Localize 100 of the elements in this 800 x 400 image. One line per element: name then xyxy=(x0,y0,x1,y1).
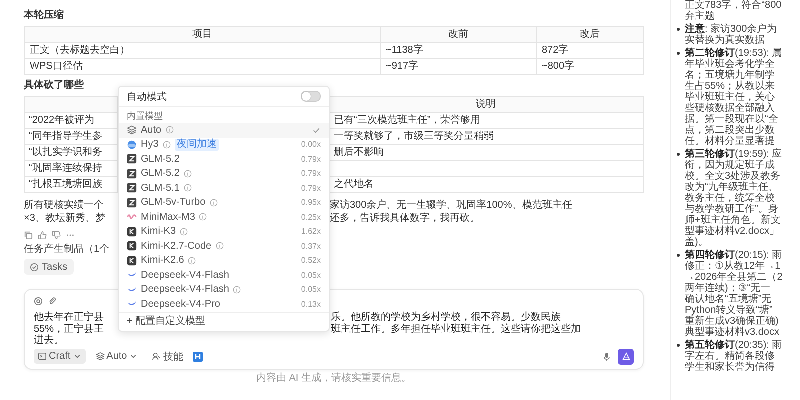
price-multiplier: 0.79x xyxy=(301,154,321,164)
note-line: 重新生成v3确保正确) xyxy=(685,316,780,327)
note-line: 些硬核数据全部融入 xyxy=(685,103,776,114)
copy-icon[interactable] xyxy=(24,231,33,240)
paragraph-fragment: 家访300余户、无一生辍学、巩固率100%、模范班主任 xyxy=(330,200,572,212)
note-line: 名；五境塘九年制学 xyxy=(685,70,776,81)
table-cell: ~1138字 xyxy=(380,42,536,58)
model-option[interactable]: GLM-5.1 0.79x xyxy=(119,181,329,196)
note-line: 典型事迹材料v3.docx xyxy=(685,327,780,338)
note-line: 改为“九年级班主任、 xyxy=(685,182,780,193)
model-option[interactable]: GLM-5.2 0.79x xyxy=(119,152,329,166)
kimi-icon xyxy=(127,226,137,237)
note-line: 确认地名“五境塘”无 xyxy=(685,294,773,305)
person-icon xyxy=(152,352,162,361)
info-icon[interactable] xyxy=(199,213,208,222)
model-name: GLM-5.2 xyxy=(141,154,180,165)
app-icon[interactable] xyxy=(193,352,204,362)
table-cell: 已有“三次模范班主任”，荣誉够用 xyxy=(334,114,481,126)
model-name: Deepseek-V4-Flash xyxy=(141,270,230,281)
info-icon[interactable] xyxy=(162,140,171,149)
auto-mode-toggle[interactable] xyxy=(301,91,321,102)
microphone-icon[interactable] xyxy=(602,352,612,362)
table-cell: “巩固率连续保持 xyxy=(29,162,102,174)
layers-icon xyxy=(96,352,105,361)
model-name: MiniMax-M3 xyxy=(141,212,196,223)
model-option[interactable]: Deepseek-V4-Pro 0.13x xyxy=(119,297,329,312)
thumbs-up-icon[interactable] xyxy=(38,231,47,240)
note-line: 注意: 家访300余户为 xyxy=(685,24,778,35)
info-icon[interactable] xyxy=(184,170,192,178)
model-option[interactable]: Kimi-K2.7-Code 0.37x xyxy=(119,239,329,254)
target-icon[interactable] xyxy=(34,296,43,306)
table-cell: 正文（去标题去空白） xyxy=(24,42,380,58)
table-cell: ~917字 xyxy=(380,58,536,74)
note-line: 弃主题 xyxy=(685,11,716,22)
kimi-icon xyxy=(127,256,137,266)
table-cell: 872字 xyxy=(536,42,644,58)
model-badge: 夜间加速 xyxy=(174,138,219,151)
input-text-fragment: 乐。他所教的学校为乡村学校，很不容易。少数民族 xyxy=(331,312,562,324)
info-icon[interactable] xyxy=(216,242,224,250)
note-line: 年毕业班会考化学全 xyxy=(685,59,776,70)
note-line: 衔，因为规定班子成 xyxy=(685,160,776,171)
price-multiplier: 0.79x xyxy=(301,184,321,193)
info-icon[interactable] xyxy=(166,126,174,134)
table-cell: 一等奖就够了，市级三等奖分量稍弱 xyxy=(334,130,494,142)
model-name: Hy3 xyxy=(141,139,159,150)
model-option[interactable]: Kimi-K2.6 0.52x xyxy=(119,254,329,268)
note-line: 据。第一段现在以“全 xyxy=(685,114,780,125)
info-icon[interactable] xyxy=(188,256,196,265)
triangle-icon xyxy=(622,352,630,361)
note-line: →2026年全县第二（2 xyxy=(685,272,783,283)
mode-dropdown[interactable]: Craft xyxy=(34,349,86,364)
thumbs-down-icon[interactable] xyxy=(52,231,61,240)
paperclip-icon[interactable] xyxy=(48,296,57,306)
info-icon[interactable] xyxy=(210,198,218,207)
model-dropdown[interactable]: Auto xyxy=(92,349,142,364)
paragraph-fragment: 还多，告诉我具体数字，我再砍。 xyxy=(330,212,481,225)
send-button[interactable] xyxy=(618,348,634,364)
price-multiplier: 0.05x xyxy=(301,270,321,280)
model-option[interactable]: Deepseek-V4-Flash 0.05x xyxy=(119,268,329,282)
model-name: GLM-5.2 xyxy=(141,168,180,180)
table-cell: 删后不影响 xyxy=(334,146,384,158)
model-name: Kimi-K2.6 xyxy=(141,255,184,266)
note-line: 第五轮修订(20:35): 雨 xyxy=(685,340,782,351)
note-line: 校。全文3处涉及教务 xyxy=(685,171,782,182)
model-name: Auto xyxy=(141,124,162,136)
skills-button[interactable]: 技能 xyxy=(148,349,188,364)
price-multiplier: 0.95x xyxy=(301,198,321,208)
note-line: 毕业班班主任，关心 xyxy=(685,92,776,103)
custom-model-link[interactable]: + 配置自定义模型 xyxy=(127,316,206,326)
check-icon xyxy=(312,126,321,135)
model-option[interactable]: Auto xyxy=(119,123,329,138)
terminal-icon xyxy=(38,352,47,361)
price-multiplier: 0.52x xyxy=(301,256,321,266)
info-icon[interactable] xyxy=(184,184,192,192)
model-name: GLM-5.1 xyxy=(141,182,180,194)
table-cell: “扎根五境塘回族 xyxy=(29,178,102,190)
model-option[interactable]: Hy3 夜间加速 0.00x xyxy=(119,138,329,152)
table-cell: 之代地名 xyxy=(334,178,374,190)
table-cell: “以扎实学识和务 xyxy=(29,146,102,158)
tasks-button[interactable]: Tasks xyxy=(24,259,74,275)
glm-icon xyxy=(127,168,137,179)
model-option[interactable]: MiniMax-M3 0.25x xyxy=(119,210,329,224)
artifacts-label: 任务产生制品（1个 xyxy=(24,244,110,256)
info-icon[interactable] xyxy=(180,228,188,236)
info-icon[interactable] xyxy=(233,286,242,294)
model-option[interactable]: GLM-5.2 0.79x xyxy=(119,166,329,181)
note-line: 师+班主任角色。新文 xyxy=(685,215,782,226)
model-name: Deepseek-V4-Pro xyxy=(141,298,220,310)
check-circle-icon xyxy=(30,262,39,272)
model-option[interactable]: Kimi-K3 1.62x xyxy=(119,224,329,239)
column-header: 改后 xyxy=(536,26,644,42)
note-line: 学生和家长誉为信得 xyxy=(685,362,776,373)
paragraph-fragment: ×3、教坛新秀、梦 xyxy=(24,212,106,225)
section-heading: 本轮压缩 xyxy=(24,9,65,22)
wave-icon xyxy=(127,212,137,222)
column-header: 项目 xyxy=(24,26,380,42)
table-cell: WPS口径估 xyxy=(24,58,380,74)
model-option[interactable]: GLM-5v-Turbo 0.95x xyxy=(119,196,329,210)
note-line: 教务主任，统筹全校 xyxy=(685,193,776,204)
table-cell: “同年指导学生参 xyxy=(29,130,102,142)
